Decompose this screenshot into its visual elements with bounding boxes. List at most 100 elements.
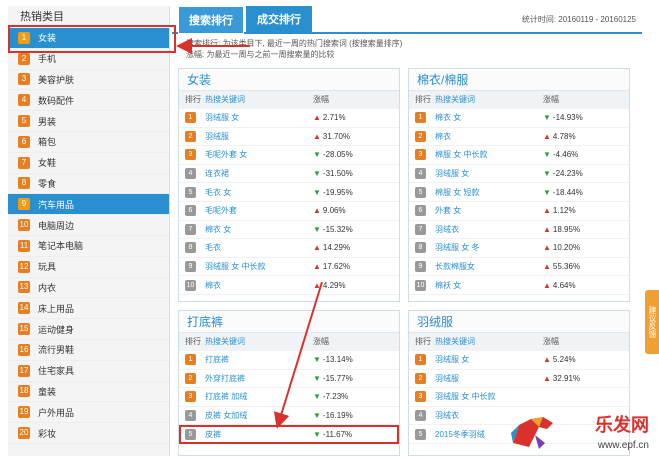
horse-logo-icon <box>511 417 553 449</box>
rank-cell: 6 <box>409 205 435 217</box>
rank-badge: 7 <box>415 223 426 235</box>
sidebar-item[interactable]: 3 美容护肤 <box>8 70 169 91</box>
keyword-link[interactable]: 外套 女 <box>435 205 543 216</box>
sidebar-item[interactable]: 2 手机 <box>8 49 169 70</box>
table-row[interactable]: 3 打底裤 加绒 ▼ -7.23% <box>179 388 399 407</box>
keyword-link[interactable]: 打底裤 加绒 <box>205 391 313 402</box>
keyword-link[interactable]: 棉衣 <box>205 280 313 291</box>
table-row[interactable]: 1 打底裤 ▼ -13.14% <box>179 351 399 370</box>
sidebar-title: 热销类目 <box>20 11 64 23</box>
table-row[interactable]: 2 羽绒服 ▲ 31.70% <box>179 128 399 147</box>
table-row[interactable]: 6 毛呢外套 ▲ 9.06% <box>179 202 399 221</box>
keyword-link[interactable]: 毛衣 女 <box>205 187 313 198</box>
rank-badge: 4 <box>185 410 196 422</box>
keyword-link[interactable]: 皮裤 女加绒 <box>205 410 313 421</box>
table-row[interactable]: 3 羽绒服 女 中长款 <box>409 388 629 407</box>
column-header-rank: 排行 <box>185 337 201 346</box>
rank-badge: 2 <box>415 130 426 142</box>
keyword-link[interactable]: 棉衣 女 <box>435 112 543 123</box>
table-row[interactable]: 6 外套 女 ▲ 1.12% <box>409 202 629 221</box>
keyword-link[interactable]: 皮裤 <box>205 429 313 440</box>
change-value: -31.50% <box>322 169 353 179</box>
keyword-link[interactable]: 打底裤 <box>205 354 313 365</box>
table-header: 排行 热搜关键词 涨幅 <box>409 333 629 351</box>
table-row[interactable]: 4 连衣裙 ▼ -31.50% <box>179 165 399 184</box>
sidebar-item[interactable]: 8 零食 <box>8 174 169 195</box>
table-row[interactable]: 5 皮裤 ▼ -11.67% <box>179 425 399 444</box>
table-row[interactable]: 7 棉衣 女 ▼ -15.32% <box>179 221 399 240</box>
sidebar-item[interactable]: 19 户外用品 <box>8 402 169 424</box>
keyword-link[interactable]: 外穿打底裤 <box>205 373 313 384</box>
keyword-link[interactable]: 羽绒衣 <box>435 224 543 235</box>
sidebar-item[interactable]: 15 运动健身 <box>8 319 169 340</box>
keyword-link[interactable]: 长款棉服女 <box>435 261 543 272</box>
sidebar-item[interactable]: 6 箱包 <box>8 132 169 153</box>
table-row[interactable]: 2 羽绒服 ▲ 32.91% <box>409 370 629 389</box>
table-row[interactable]: 8 毛衣 ▲ 14.29% <box>179 239 399 258</box>
table-row[interactable]: 1 棉衣 女 ▼ -14.93% <box>409 109 629 128</box>
tab-deal-ranking[interactable]: 成交排行 <box>246 6 312 34</box>
card-title: 打底裤 <box>179 311 399 333</box>
table-row[interactable]: 5 棉服 女 短款 ▼ -18.44% <box>409 183 629 202</box>
rank-badge: 1 <box>415 112 426 124</box>
sidebar-item[interactable]: 9 汽车用品 <box>8 194 169 216</box>
sidebar-item[interactable]: 13 内衣 <box>8 278 169 299</box>
sidebar-item[interactable]: 12 玩具 <box>8 257 169 278</box>
change-cell: ▼ -19.95% <box>313 188 373 197</box>
keyword-link[interactable]: 羽绒服 女 <box>435 354 543 365</box>
sidebar-item[interactable]: 10 电脑周边 <box>8 215 169 236</box>
ranking-card-womens: 女装 排行 热搜关键词 涨幅 1 羽绒服 女 ▲ 2.71% 2 羽绒服 ▲ 31.70% 3 毛呢外套 … <box>178 68 400 302</box>
table-row[interactable]: 1 羽绒服 女 ▲ 2.71% <box>179 109 399 128</box>
arrow-down-icon: ▼ <box>313 187 321 197</box>
keyword-link[interactable]: 棉衣 女 <box>205 224 313 235</box>
sidebar-item[interactable]: 14 床上用品 <box>8 298 169 320</box>
sidebar-item[interactable]: 17 住宅家具 <box>8 361 169 382</box>
table-row[interactable]: 9 长款棉服女 ▲ 55.36% <box>409 258 629 277</box>
keyword-link[interactable]: 棉袄 女 <box>435 280 543 291</box>
keyword-link[interactable]: 羽绒服 <box>435 373 543 384</box>
keyword-link[interactable]: 羽绒服 女 中长款 <box>435 391 543 402</box>
table-row[interactable]: 9 羽绒服 女 中长款 ▲ 17.62% <box>179 258 399 277</box>
table-row[interactable]: 3 毛呢外套 女 ▼ -28.05% <box>179 146 399 165</box>
sidebar-item[interactable]: 20 彩妆 <box>8 423 169 444</box>
change-cell: ▼ -31.50% <box>313 169 373 178</box>
table-row[interactable]: 1 羽绒服 女 ▲ 5.24% <box>409 351 629 370</box>
keyword-link[interactable]: 毛呢外套 女 <box>205 149 313 160</box>
sidebar-item[interactable]: 18 童装 <box>8 382 169 403</box>
notice-line-2: 涨幅: 为最近一周与之前一周搜索量的比较 <box>186 50 335 59</box>
feedback-button[interactable]: 建议反馈 <box>645 290 659 354</box>
sidebar-item[interactable]: 1 女装 <box>8 28 169 49</box>
keyword-link[interactable]: 羽绒服 女 <box>205 112 313 123</box>
table-header: 排行 热搜关键词 涨幅 <box>179 333 399 351</box>
table-row[interactable]: 4 羽绒服 女 ▼ -24.23% <box>409 165 629 184</box>
table-row[interactable]: 8 羽绒服 女 冬 ▲ 10.20% <box>409 239 629 258</box>
sidebar-item[interactable]: 5 男装 <box>8 111 169 132</box>
keyword-link[interactable]: 棉服 女 短款 <box>435 187 543 198</box>
table-row[interactable]: 7 羽绒衣 ▲ 18.95% <box>409 221 629 240</box>
sidebar-item-number: 2 <box>18 52 30 65</box>
keyword-link[interactable]: 连衣裙 <box>205 168 313 179</box>
keyword-link[interactable]: 棉服 女 中长款 <box>435 149 543 160</box>
table-row[interactable]: 10 棉衣 ▲ 4.29% <box>179 276 399 295</box>
sidebar-item[interactable]: 7 女鞋 <box>8 153 169 174</box>
change-value: -28.05% <box>322 150 353 160</box>
keyword-link[interactable]: 棉衣 <box>435 131 543 142</box>
keyword-link[interactable]: 毛呢外套 <box>205 205 313 216</box>
keyword-link[interactable]: 羽绒服 女 <box>435 168 543 179</box>
keyword-link[interactable]: 羽绒服 女 冬 <box>435 242 543 253</box>
table-row[interactable]: 3 棉服 女 中长款 ▼ -4.46% <box>409 146 629 165</box>
keyword-link[interactable]: 羽绒服 女 中长款 <box>205 261 313 272</box>
watermark-brand: 乐发网 <box>595 415 649 436</box>
sidebar-item[interactable]: 16 流行男鞋 <box>8 340 169 361</box>
sidebar-item[interactable]: 11 笔记本电脑 <box>8 236 169 257</box>
table-row[interactable]: 4 皮裤 女加绒 ▼ -16.19% <box>179 407 399 426</box>
tab-search-ranking[interactable]: 搜索排行 <box>178 6 244 34</box>
table-row[interactable]: 2 棉衣 ▲ 4.78% <box>409 128 629 147</box>
keyword-link[interactable]: 羽绒服 <box>205 131 313 142</box>
table-row[interactable]: 2 外穿打底裤 ▼ -15.77% <box>179 370 399 389</box>
table-row[interactable]: 5 毛衣 女 ▼ -19.95% <box>179 183 399 202</box>
table-row[interactable]: 10 棉袄 女 ▲ 4.64% <box>409 276 629 295</box>
rank-badge: 4 <box>185 168 196 180</box>
sidebar-item[interactable]: 4 数码配件 <box>8 90 169 112</box>
keyword-link[interactable]: 毛衣 <box>205 242 313 253</box>
